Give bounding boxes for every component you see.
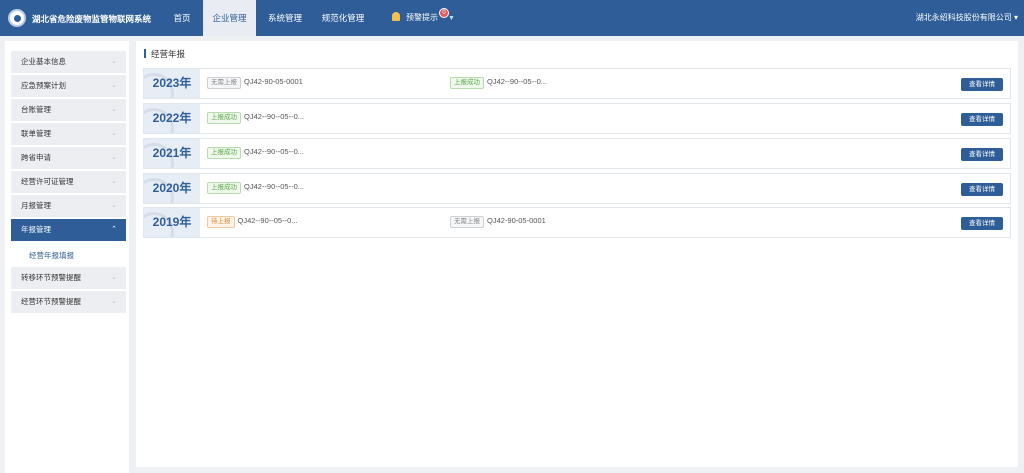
year-cell: 2021年 [144, 139, 200, 168]
status-badge: 待上报 [207, 216, 235, 228]
nav-system[interactable]: 系统管理 [262, 0, 308, 36]
sidebar-item-label: 企业基本信息 [21, 57, 66, 66]
chevron-down-icon: ⌄ [111, 106, 117, 113]
sidebar-item-label: 经营许可证管理 [21, 177, 74, 186]
view-details-button[interactable]: 查看详情 [961, 78, 1003, 91]
status-badge: 上报成功 [207, 112, 241, 124]
report-entry: 上报成功 QJ42--90--05--0... [207, 112, 304, 124]
report-row-2019: 2019年 待上报 QJ42--90--05--0... 无需上报 QJ42-90-… [143, 207, 1011, 238]
app-title: 湖北省危险废物监管物联网系统 [32, 14, 152, 24]
alert-label: 预警提示 [406, 13, 438, 22]
report-entry: 无需上报 QJ42-90-05-0001 [207, 77, 303, 89]
sidebar-item-label: 年报管理 [21, 225, 51, 234]
chevron-down-icon: ⌄ [111, 58, 117, 65]
report-code: QJ42-90-05-0001 [244, 77, 303, 86]
year-cell: 2023年 [144, 69, 200, 98]
bell-icon [392, 12, 400, 21]
sidebar-subitem-annual-report-fill[interactable]: 经营年报填报 [11, 246, 126, 266]
sidebar-item-label: 月报管理 [21, 201, 51, 210]
year-label: 2019年 [152, 215, 192, 229]
sidebar-item-enterprise-info[interactable]: 企业基本信息 ⌄ [11, 51, 126, 73]
chevron-up-icon: ⌃ [111, 226, 117, 233]
chevron-down-icon: ⌄ [111, 154, 117, 161]
chevron-down-icon: ⌄ [111, 274, 117, 281]
year-cell: 2022年 [144, 104, 200, 133]
report-entry: 待上报 QJ42--90--05--0... [207, 216, 298, 228]
sidebar-item-cross-province[interactable]: 跨省申请 ⌄ [11, 147, 126, 169]
sidebar-item-label: 应急预案计划 [21, 81, 66, 90]
report-entry: 无需上报 QJ42-90-05-0001 [450, 216, 546, 228]
company-menu[interactable]: 湖北永绍科技股份有限公司 ▾ [916, 0, 1018, 36]
report-entry: 上报成功 QJ42--90--05--0... [207, 182, 304, 194]
nav-standardization[interactable]: 规范化管理 [316, 0, 370, 36]
year-label: 2022年 [152, 111, 192, 125]
year-cell: 2019年 [144, 208, 200, 237]
emblem-logo-icon [8, 9, 26, 27]
sidebar-item-license[interactable]: 经营许可证管理 ⌄ [11, 171, 126, 193]
chevron-down-icon: ⌄ [111, 82, 117, 89]
sidebar-item-ledger[interactable]: 台账管理 ⌄ [11, 99, 126, 121]
page-title-text: 经营年报 [151, 49, 186, 59]
sidebar-item-annual-report[interactable]: 年报管理 ⌃ [11, 219, 126, 241]
sidebar-item-label: 经营环节预警提醒 [21, 297, 81, 306]
alert-menu[interactable]: 预警提示 ▼ 0 [392, 0, 455, 36]
sidebar: 企业基本信息 ⌄ 应急预案计划 ⌄ 台账管理 ⌄ 联单管理 ⌄ 跨省申请 ⌄ 经营许可证管… [5, 41, 129, 473]
report-row-2023: 2023年 无需上报 QJ42-90-05-0001 上报成功 QJ42--90--… [143, 68, 1011, 99]
year-label: 2020年 [152, 181, 192, 195]
view-details-button[interactable]: 查看详情 [961, 148, 1003, 161]
view-details-button[interactable]: 查看详情 [961, 217, 1003, 230]
report-code: QJ42--90--05--0... [237, 216, 298, 225]
top-bar: 湖北省危险废物监管物联网系统 首页 企业管理 系统管理 规范化管理 预警提示 ▼ … [0, 0, 1024, 36]
title-accent-bar [144, 49, 146, 58]
chevron-down-icon: ⌄ [111, 178, 117, 185]
chevron-down-icon: ▼ [448, 15, 455, 22]
sidebar-item-label: 台账管理 [21, 105, 51, 114]
year-cell: 2020年 [144, 174, 200, 203]
chevron-down-icon: ⌄ [111, 298, 117, 305]
chevron-down-icon: ⌄ [111, 130, 117, 137]
sidebar-item-operation-alert[interactable]: 经营环节预警提醒 ⌄ [11, 291, 126, 313]
status-badge: 无需上报 [207, 77, 241, 89]
report-row-2020: 2020年 上报成功 QJ42--90--05--0... 查看详情 [143, 173, 1011, 204]
status-badge: 上报成功 [207, 182, 241, 194]
nav-home[interactable]: 首页 [166, 0, 198, 36]
sidebar-item-label: 跨省申请 [21, 153, 51, 162]
report-code: QJ42-90-05-0001 [487, 216, 546, 225]
report-code: QJ42--90--05--0... [244, 112, 305, 121]
chevron-down-icon: ⌄ [111, 202, 117, 209]
sidebar-item-label: 转移环节预警提醒 [21, 273, 81, 282]
year-label: 2023年 [152, 76, 192, 90]
status-badge: 上报成功 [207, 147, 241, 159]
report-code: QJ42--90--05--0... [244, 182, 305, 191]
alert-count-badge: 0 [439, 8, 449, 18]
sidebar-item-label: 联单管理 [21, 129, 51, 138]
sidebar-item-transfer-alert[interactable]: 转移环节预警提醒 ⌄ [11, 267, 126, 289]
report-code: QJ42--90--05--0... [244, 147, 305, 156]
main-panel: 经营年报 2023年 无需上报 QJ42-90-05-0001 上报成功 QJ42-… [136, 41, 1018, 467]
view-details-button[interactable]: 查看详情 [961, 113, 1003, 126]
report-entry: 上报成功 QJ42--90--05--0... [450, 77, 547, 89]
view-details-button[interactable]: 查看详情 [961, 183, 1003, 196]
sidebar-item-emergency-plan[interactable]: 应急预案计划 ⌄ [11, 75, 126, 97]
sidebar-item-manifest[interactable]: 联单管理 ⌄ [11, 123, 126, 145]
status-badge: 无需上报 [450, 216, 484, 228]
year-label: 2021年 [152, 146, 192, 160]
report-row-2021: 2021年 上报成功 QJ42--90--05--0... 查看详情 [143, 138, 1011, 169]
page-title: 经营年报 [144, 48, 185, 60]
report-row-2022: 2022年 上报成功 QJ42--90--05--0... 查看详情 [143, 103, 1011, 134]
report-entry: 上报成功 QJ42--90--05--0... [207, 147, 304, 159]
report-code: QJ42--90--05--0... [487, 77, 548, 86]
nav-enterprise[interactable]: 企业管理 [203, 0, 256, 36]
status-badge: 上报成功 [450, 77, 484, 89]
sidebar-item-monthly-report[interactable]: 月报管理 ⌄ [11, 195, 126, 217]
